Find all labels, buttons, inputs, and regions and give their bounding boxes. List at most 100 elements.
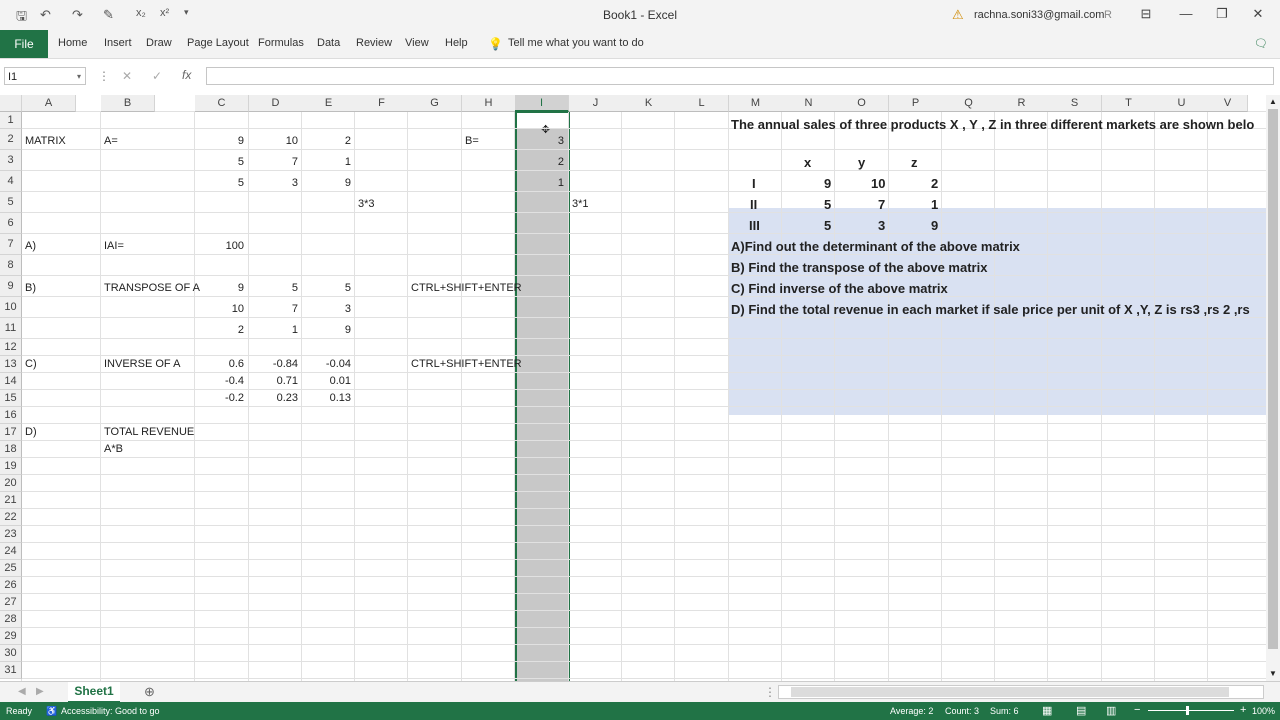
row-header-12[interactable]: 12 [0,339,22,356]
redo-icon[interactable]: ↷ [72,7,83,23]
column-header-e[interactable]: E [302,95,356,112]
page-break-view-icon[interactable]: ▥ [1106,704,1116,717]
cell-j5[interactable]: 3*1 [572,198,589,210]
row-header-27[interactable]: 27 [0,594,22,611]
row-header-1[interactable]: 1 [0,112,22,129]
row-header-26[interactable]: 26 [0,577,22,594]
column-header-s[interactable]: S [1048,95,1102,112]
column-header-n[interactable]: N [782,95,836,112]
cell-e2[interactable]: 2 [302,135,351,147]
row-header-5[interactable]: 5 [0,192,22,213]
column-header-k[interactable]: K [622,95,676,112]
cell-d14[interactable]: 0.71 [249,375,298,387]
column-header-l[interactable]: L [675,95,729,112]
comments-icon[interactable]: 🗨 [1254,37,1268,50]
cell-g13[interactable]: CTRL+SHIFT+ENTER [411,358,522,370]
row-header-31[interactable]: 31 [0,662,22,679]
cell-e11[interactable]: 9 [302,324,351,336]
column-header-t[interactable]: T [1102,95,1156,112]
cell-d3[interactable]: 7 [249,156,298,168]
cell-e3[interactable]: 1 [302,156,351,168]
cell-b9[interactable]: TRANSPOSE OF A [104,282,200,294]
accessibility-status[interactable]: Accessibility: Good to go [61,706,160,716]
normal-view-icon[interactable]: ▦ [1042,704,1052,717]
column-header-j[interactable]: J [569,95,623,112]
cell-c7[interactable]: 100 [195,240,244,252]
column-header-f[interactable]: F [355,95,409,112]
superscript-icon[interactable]: x² [160,7,169,19]
chevron-down-icon[interactable]: ▾ [77,68,81,86]
cell-d4[interactable]: 3 [249,177,298,189]
cell-g9[interactable]: CTRL+SHIFT+ENTER [411,282,522,294]
zoom-level[interactable]: 100% [1252,706,1275,716]
tab-formulas[interactable]: Formulas [258,37,304,49]
row-header-4[interactable]: 4 [0,171,22,192]
cell-c10[interactable]: 10 [195,303,244,315]
cell-a17[interactable]: D) [25,426,37,438]
cell-b17[interactable]: TOTAL REVENUE [104,426,194,438]
restore-icon[interactable]: ❐ [1208,4,1236,24]
horizontal-scrollbar[interactable] [778,685,1264,699]
row-header-20[interactable]: 20 [0,475,22,492]
row-header-24[interactable]: 24 [0,543,22,560]
column-header-m[interactable]: M [729,95,783,112]
vertical-scrollbar[interactable]: ▲ ▼ [1266,95,1280,681]
customize-toolbar-icon[interactable]: ▾ [184,7,189,18]
row-header-2[interactable]: 2 [0,129,22,150]
select-all-corner[interactable] [0,95,22,112]
tab-draw[interactable]: Draw [146,37,172,49]
cell-h2[interactable]: B= [465,135,479,147]
more-options-icon[interactable]: ⋮ [98,69,110,83]
column-header-a[interactable]: A [22,95,76,112]
sheet-tab-sheet1[interactable]: Sheet1 [68,682,120,703]
insert-function-icon[interactable]: fx [182,68,191,82]
file-tab[interactable]: File [0,30,48,58]
row-header-3[interactable]: 3 [0,150,22,171]
column-header-q[interactable]: Q [942,95,996,112]
accessibility-icon[interactable]: ♿ [46,706,57,717]
row-header-23[interactable]: 23 [0,526,22,543]
format-painter-icon[interactable]: ✎ [103,7,114,23]
account-email[interactable]: rachna.soni33@gmail.com [974,9,1104,21]
column-header-g[interactable]: G [408,95,462,112]
cell-a7[interactable]: A) [25,240,36,252]
scroll-down-icon[interactable]: ▼ [1269,669,1277,678]
cell-c4[interactable]: 5 [195,177,244,189]
cell-a13[interactable]: C) [25,358,37,370]
cell-b13[interactable]: INVERSE OF A [104,358,180,370]
minimize-icon[interactable]: — [1172,4,1200,24]
column-header-v[interactable]: V [1208,95,1248,112]
column-header-u[interactable]: U [1155,95,1209,112]
zoom-slider-thumb[interactable] [1186,706,1189,715]
tab-page-layout[interactable]: Page Layout [187,37,249,49]
row-header-28[interactable]: 28 [0,611,22,628]
cell-d11[interactable]: 1 [249,324,298,336]
tell-me-search[interactable]: Tell me what you want to do [508,37,644,49]
column-header-h[interactable]: H [462,95,516,112]
confirm-entry-icon[interactable]: ✓ [152,69,162,83]
row-header-16[interactable]: 16 [0,407,22,424]
row-header-7[interactable]: 7 [0,234,22,255]
cell-d10[interactable]: 7 [249,303,298,315]
column-header-b[interactable]: B [101,95,155,112]
cell-c2[interactable]: 9 [195,135,244,147]
cell-i2[interactable]: 3 [515,135,564,147]
row-header-10[interactable]: 10 [0,297,22,318]
page-layout-view-icon[interactable]: ▤ [1076,704,1086,717]
formula-input[interactable] [206,67,1274,85]
cell-e4[interactable]: 9 [302,177,351,189]
cell-d9[interactable]: 5 [249,282,298,294]
cell-a2[interactable]: MATRIX [25,135,66,147]
cell-i3[interactable]: 2 [515,156,564,168]
cell-i4[interactable]: 1 [515,177,564,189]
row-header-13[interactable]: 13 [0,356,22,373]
row-header-15[interactable]: 15 [0,390,22,407]
cell-c14[interactable]: -0.4 [195,375,244,387]
undo-icon[interactable]: ↶ [40,7,51,23]
row-header-8[interactable]: 8 [0,255,22,276]
cell-c13[interactable]: 0.6 [195,358,244,370]
ribbon-display-icon[interactable]: ⊟ [1132,4,1160,24]
row-header-30[interactable]: 30 [0,645,22,662]
name-box[interactable]: I1 ▾ [4,67,86,85]
cell-c11[interactable]: 2 [195,324,244,336]
